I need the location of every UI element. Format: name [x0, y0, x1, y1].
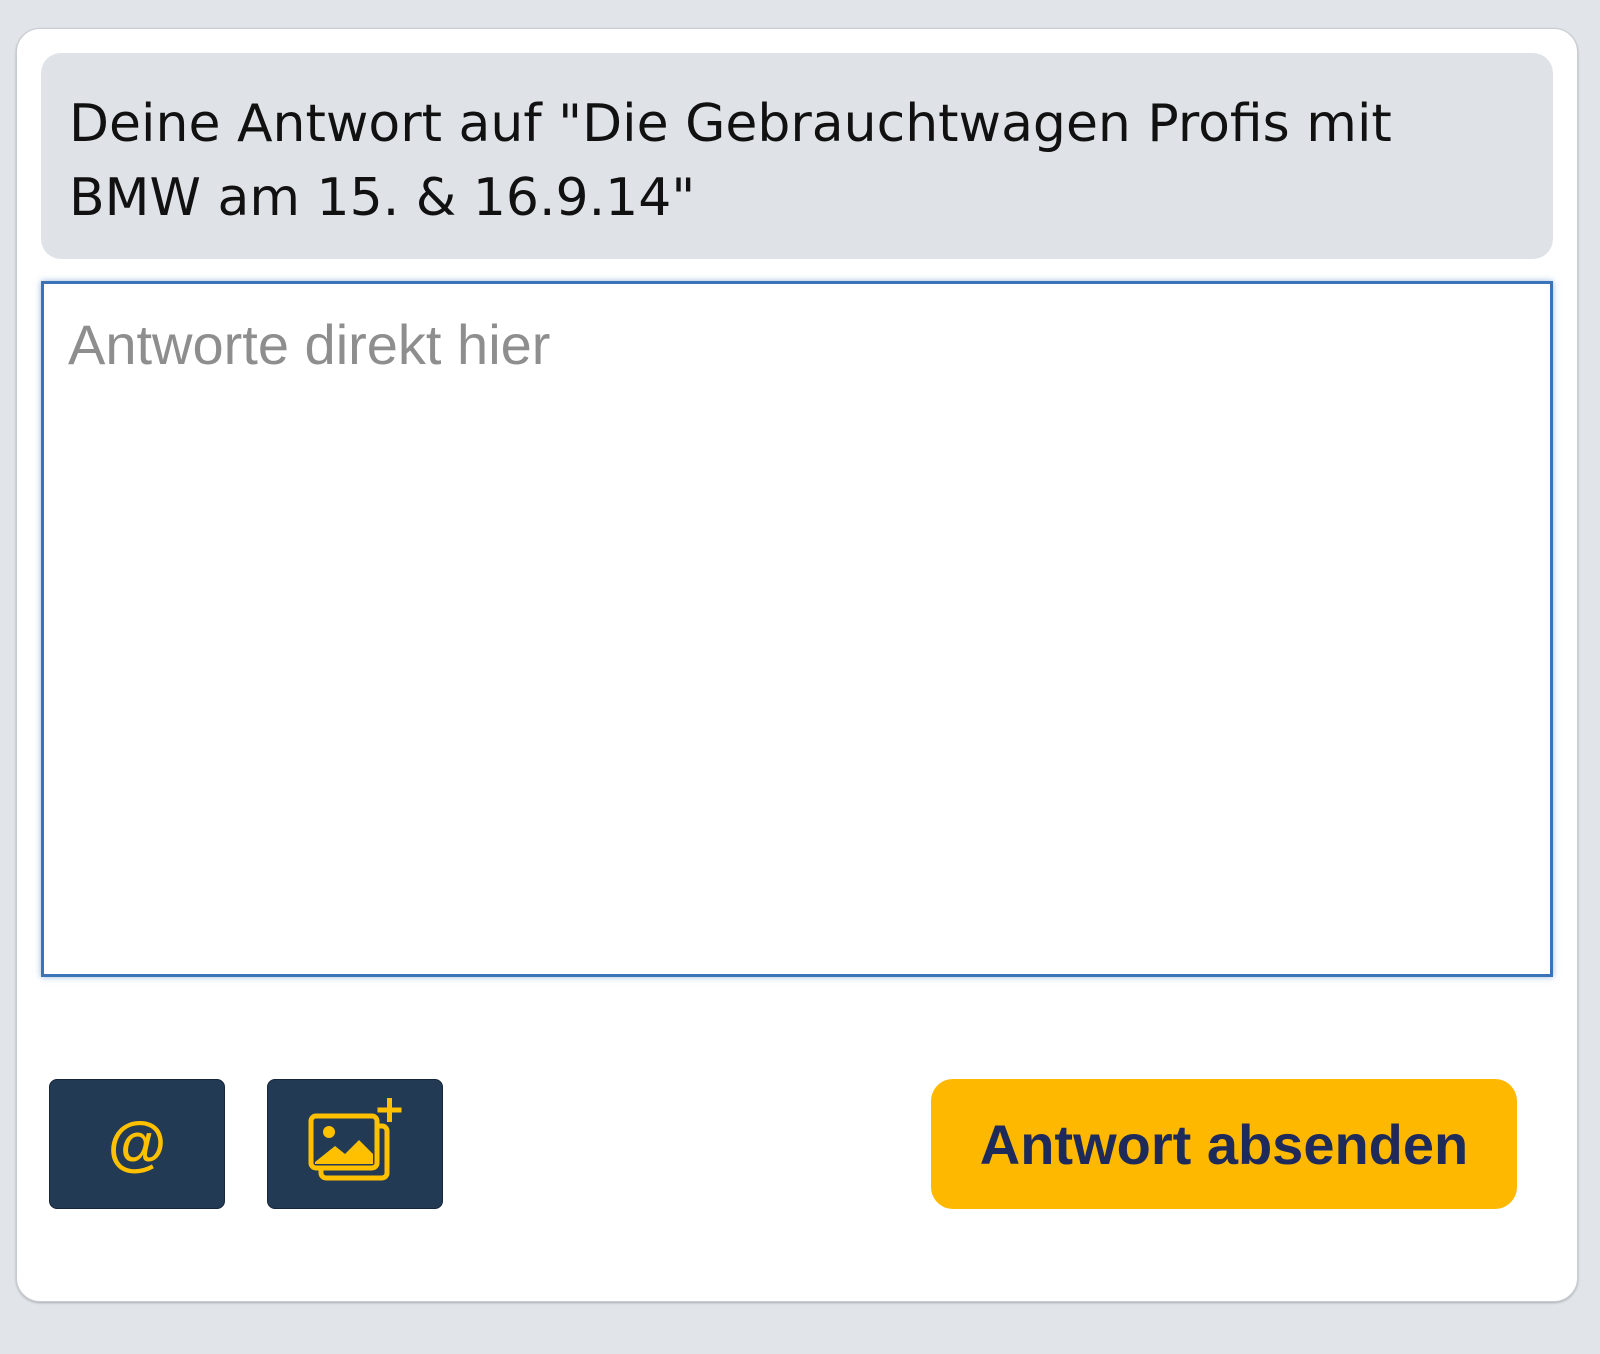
at-sign-icon: @: [107, 1110, 167, 1177]
reply-heading: Deine Antwort auf "Die Gebrauchtwagen Pr…: [69, 94, 1392, 228]
reply-textarea[interactable]: [41, 281, 1553, 977]
reply-heading-box: Deine Antwort auf "Die Gebrauchtwagen Pr…: [41, 53, 1553, 259]
mention-button[interactable]: @: [49, 1079, 225, 1209]
send-reply-button[interactable]: Antwort absenden: [931, 1079, 1517, 1209]
add-image-button[interactable]: [267, 1079, 443, 1209]
send-reply-label: Antwort absenden: [979, 1112, 1469, 1176]
reply-card: Deine Antwort auf "Die Gebrauchtwagen Pr…: [16, 28, 1578, 1302]
add-image-icon: [308, 1098, 402, 1181]
